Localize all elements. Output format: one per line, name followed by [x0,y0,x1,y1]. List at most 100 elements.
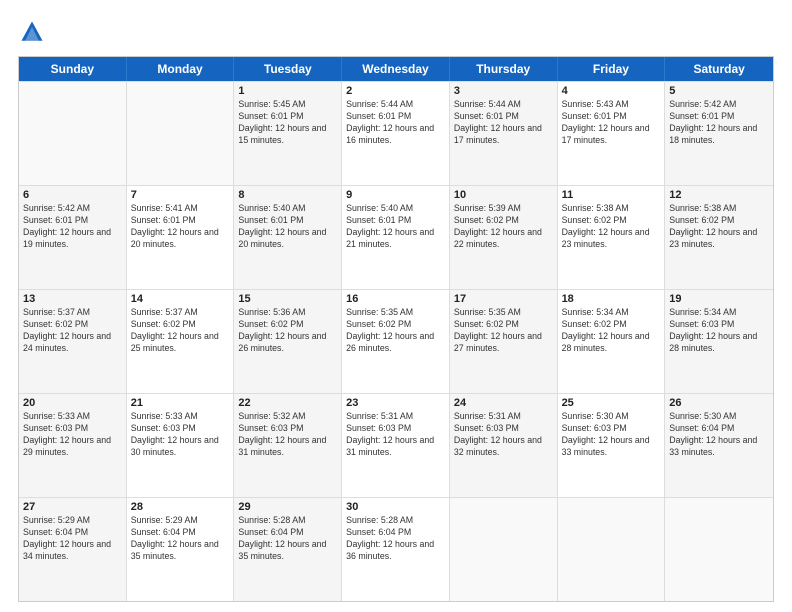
day-number: 16 [346,293,445,305]
day-number: 13 [23,293,122,305]
day-info: Sunrise: 5:34 AM Sunset: 6:03 PM Dayligh… [669,307,769,355]
calendar-cell: 5 Sunrise: 5:42 AM Sunset: 6:01 PM Daylig… [665,82,773,185]
calendar-cell: 20 Sunrise: 5:33 AM Sunset: 6:03 PM Dayli… [19,394,127,497]
day-info: Sunrise: 5:30 AM Sunset: 6:03 PM Dayligh… [562,411,661,459]
weekday-header: Saturday [665,57,773,81]
day-info: Sunrise: 5:43 AM Sunset: 6:01 PM Dayligh… [562,99,661,147]
day-info: Sunrise: 5:31 AM Sunset: 6:03 PM Dayligh… [454,411,553,459]
day-number: 28 [131,501,230,513]
calendar-cell: 10 Sunrise: 5:39 AM Sunset: 6:02 PM Dayli… [450,186,558,289]
day-number: 9 [346,189,445,201]
weekday-header: Sunday [19,57,127,81]
calendar-cell: 18 Sunrise: 5:34 AM Sunset: 6:02 PM Dayli… [558,290,666,393]
day-number: 10 [454,189,553,201]
day-info: Sunrise: 5:38 AM Sunset: 6:02 PM Dayligh… [562,203,661,251]
day-number: 29 [238,501,337,513]
day-number: 2 [346,85,445,97]
calendar-week: 6 Sunrise: 5:42 AM Sunset: 6:01 PM Daylig… [19,185,773,289]
calendar-cell: 4 Sunrise: 5:43 AM Sunset: 6:01 PM Daylig… [558,82,666,185]
day-info: Sunrise: 5:33 AM Sunset: 6:03 PM Dayligh… [23,411,122,459]
calendar-cell: 6 Sunrise: 5:42 AM Sunset: 6:01 PM Daylig… [19,186,127,289]
day-number: 19 [669,293,769,305]
calendar-cell: 27 Sunrise: 5:29 AM Sunset: 6:04 PM Dayli… [19,498,127,601]
calendar-cell: 30 Sunrise: 5:28 AM Sunset: 6:04 PM Dayli… [342,498,450,601]
day-info: Sunrise: 5:39 AM Sunset: 6:02 PM Dayligh… [454,203,553,251]
day-info: Sunrise: 5:32 AM Sunset: 6:03 PM Dayligh… [238,411,337,459]
calendar-cell: 26 Sunrise: 5:30 AM Sunset: 6:04 PM Dayli… [665,394,773,497]
header [18,18,774,46]
day-info: Sunrise: 5:28 AM Sunset: 6:04 PM Dayligh… [346,515,445,563]
calendar-cell: 8Sunrise: 5:40 AM Sunset: 6:01 PM Daylig… [234,186,342,289]
day-info: Sunrise: 5:42 AM Sunset: 6:01 PM Dayligh… [23,203,122,251]
calendar: SundayMondayTuesdayWednesdayThursdayFrid… [18,56,774,602]
day-number: 1 [238,85,337,97]
day-info: Sunrise: 5:34 AM Sunset: 6:02 PM Dayligh… [562,307,661,355]
day-number: 20 [23,397,122,409]
calendar-cell [127,82,235,185]
day-info: Sunrise: 5:29 AM Sunset: 6:04 PM Dayligh… [23,515,122,563]
day-info: Sunrise: 5:36 AM Sunset: 6:02 PM Dayligh… [238,307,337,355]
day-number: 21 [131,397,230,409]
calendar-cell: 3 Sunrise: 5:44 AM Sunset: 6:01 PM Daylig… [450,82,558,185]
day-number: 25 [562,397,661,409]
day-info: Sunrise: 5:41 AM Sunset: 6:01 PM Dayligh… [131,203,230,251]
day-info: Sunrise: 5:31 AM Sunset: 6:03 PM Dayligh… [346,411,445,459]
day-number: 12 [669,189,769,201]
calendar-week: 13 Sunrise: 5:37 AM Sunset: 6:02 PM Dayli… [19,289,773,393]
day-number: 4 [562,85,661,97]
calendar-cell: 16 Sunrise: 5:35 AM Sunset: 6:02 PM Dayli… [342,290,450,393]
day-info: Sunrise: 5:42 AM Sunset: 6:01 PM Dayligh… [669,99,769,147]
calendar-cell [558,498,666,601]
day-info: Sunrise: 5:40 AM Sunset: 6:01 PM Dayligh… [346,203,445,251]
day-number: 30 [346,501,445,513]
calendar-cell: 22 Sunrise: 5:32 AM Sunset: 6:03 PM Dayli… [234,394,342,497]
day-info: Sunrise: 5:37 AM Sunset: 6:02 PM Dayligh… [23,307,122,355]
calendar-cell: 13 Sunrise: 5:37 AM Sunset: 6:02 PM Dayli… [19,290,127,393]
day-number: 14 [131,293,230,305]
calendar-cell: 25 Sunrise: 5:30 AM Sunset: 6:03 PM Dayli… [558,394,666,497]
calendar-cell: 9 Sunrise: 5:40 AM Sunset: 6:01 PM Daylig… [342,186,450,289]
calendar-cell: 21Sunrise: 5:33 AM Sunset: 6:03 PM Dayli… [127,394,235,497]
calendar-header: SundayMondayTuesdayWednesdayThursdayFrid… [19,57,773,81]
calendar-cell: 23 Sunrise: 5:31 AM Sunset: 6:03 PM Dayli… [342,394,450,497]
calendar-cell: 12 Sunrise: 5:38 AM Sunset: 6:02 PM Dayli… [665,186,773,289]
day-number: 17 [454,293,553,305]
calendar-cell [450,498,558,601]
day-number: 8 [238,189,337,201]
calendar-body: 1Sunrise: 5:45 AM Sunset: 6:01 PM Daylig… [19,81,773,601]
calendar-cell: 1Sunrise: 5:45 AM Sunset: 6:01 PM Daylig… [234,82,342,185]
day-info: Sunrise: 5:38 AM Sunset: 6:02 PM Dayligh… [669,203,769,251]
logo-icon [18,18,46,46]
calendar-cell: 29 Sunrise: 5:28 AM Sunset: 6:04 PM Dayli… [234,498,342,601]
day-number: 15 [238,293,337,305]
day-number: 27 [23,501,122,513]
day-number: 3 [454,85,553,97]
calendar-cell: 15 Sunrise: 5:36 AM Sunset: 6:02 PM Dayli… [234,290,342,393]
day-info: Sunrise: 5:37 AM Sunset: 6:02 PM Dayligh… [131,307,230,355]
day-number: 6 [23,189,122,201]
weekday-header: Monday [127,57,235,81]
calendar-cell: 14 Sunrise: 5:37 AM Sunset: 6:02 PM Dayli… [127,290,235,393]
day-info: Sunrise: 5:35 AM Sunset: 6:02 PM Dayligh… [346,307,445,355]
day-number: 26 [669,397,769,409]
day-info: Sunrise: 5:28 AM Sunset: 6:04 PM Dayligh… [238,515,337,563]
day-number: 23 [346,397,445,409]
day-number: 24 [454,397,553,409]
calendar-cell [665,498,773,601]
weekday-header: Wednesday [342,57,450,81]
day-number: 5 [669,85,769,97]
weekday-header: Tuesday [234,57,342,81]
day-number: 11 [562,189,661,201]
day-info: Sunrise: 5:30 AM Sunset: 6:04 PM Dayligh… [669,411,769,459]
calendar-cell: 24 Sunrise: 5:31 AM Sunset: 6:03 PM Dayli… [450,394,558,497]
calendar-cell: 11 Sunrise: 5:38 AM Sunset: 6:02 PM Dayli… [558,186,666,289]
day-number: 7 [131,189,230,201]
day-number: 22 [238,397,337,409]
calendar-cell: 2Sunrise: 5:44 AM Sunset: 6:01 PM Daylig… [342,82,450,185]
day-info: Sunrise: 5:44 AM Sunset: 6:01 PM Dayligh… [454,99,553,147]
weekday-header: Thursday [450,57,558,81]
calendar-cell [19,82,127,185]
page: SundayMondayTuesdayWednesdayThursdayFrid… [0,0,792,612]
day-number: 18 [562,293,661,305]
day-info: Sunrise: 5:29 AM Sunset: 6:04 PM Dayligh… [131,515,230,563]
